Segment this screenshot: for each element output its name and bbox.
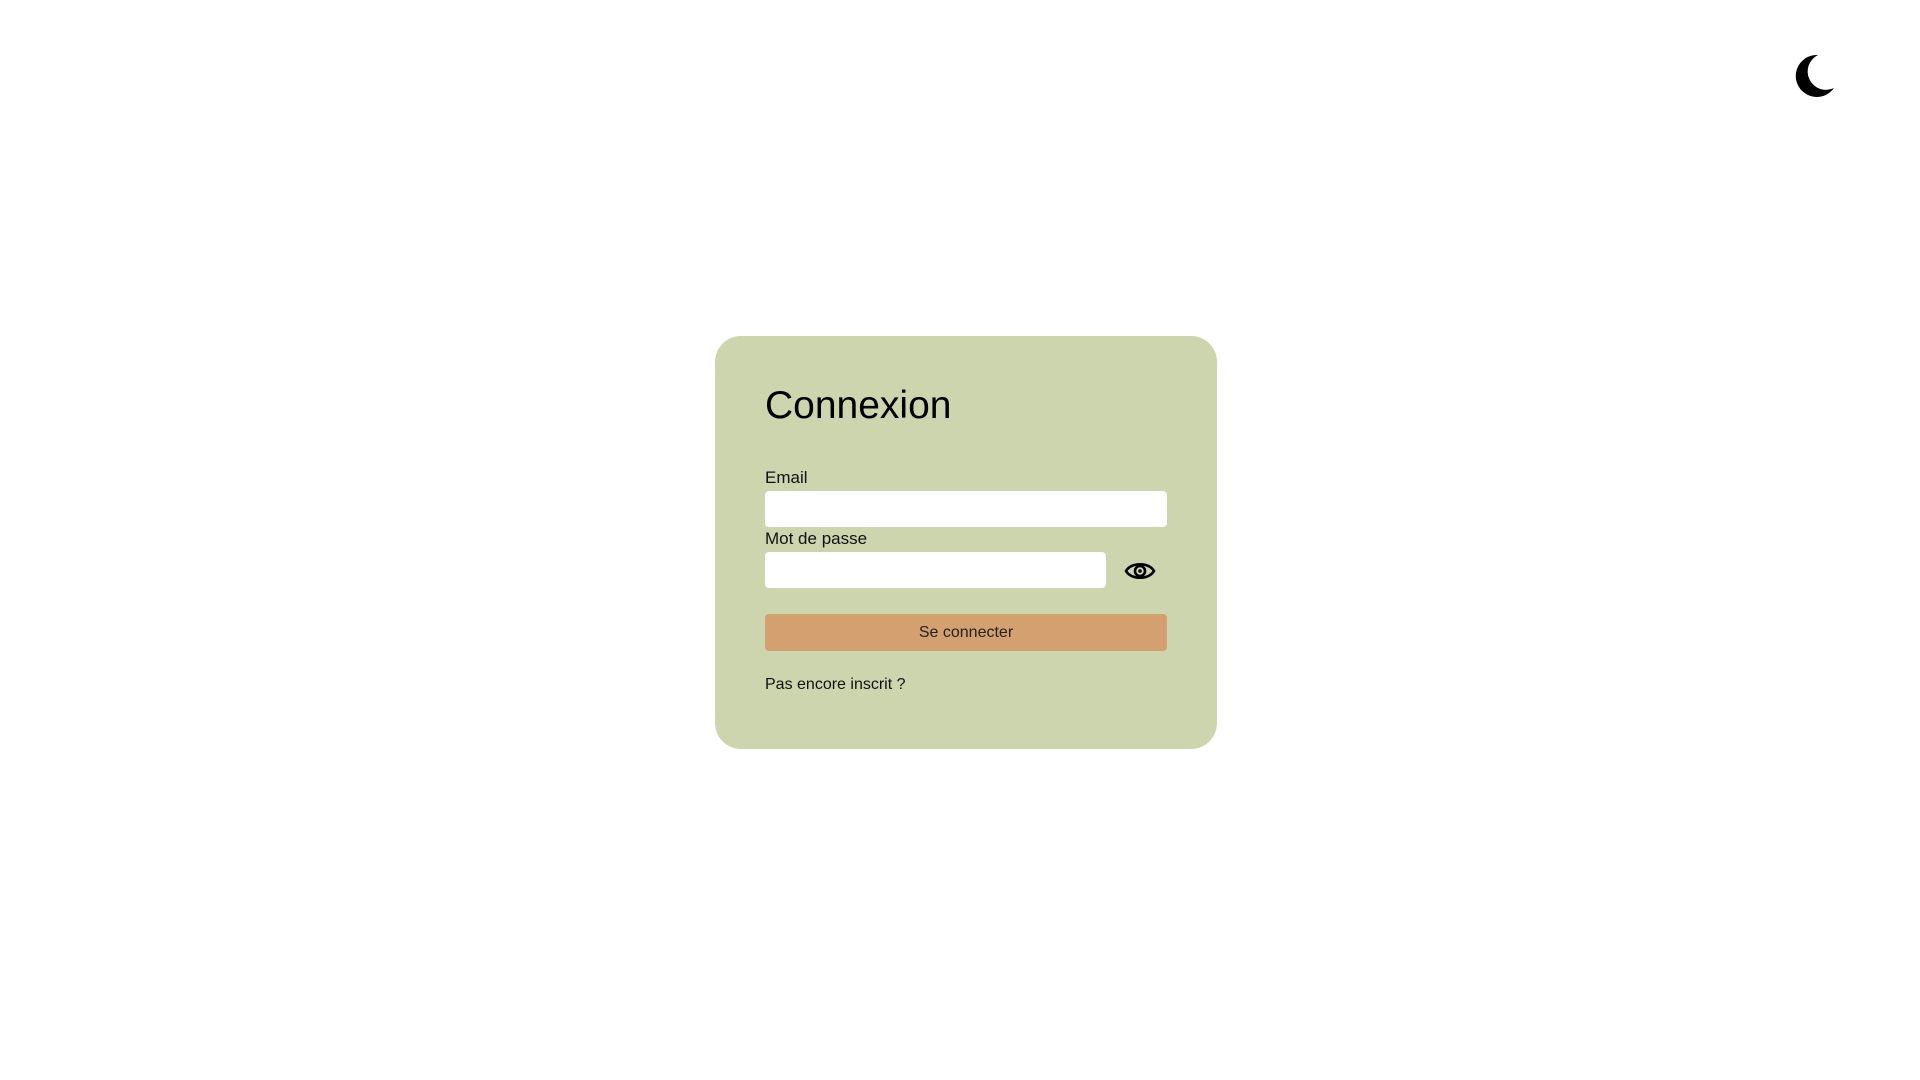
toggle-password-visibility-button[interactable] xyxy=(1123,554,1157,588)
email-label: Email xyxy=(765,468,808,487)
page-title: Connexion xyxy=(765,384,952,427)
moon-icon xyxy=(1788,48,1840,100)
password-field[interactable] xyxy=(765,552,1106,588)
login-button[interactable]: Se connecter xyxy=(765,614,1167,651)
email-field[interactable] xyxy=(765,491,1167,527)
page: Connexion Email Mot de passe Se connecte… xyxy=(0,0,1920,1080)
password-label: Mot de passe xyxy=(765,529,868,548)
theme-toggle-button[interactable] xyxy=(1788,48,1840,100)
eye-icon xyxy=(1123,554,1157,588)
login-card: Connexion Email Mot de passe Se connecte… xyxy=(715,336,1217,749)
signup-link[interactable]: Pas encore inscrit ? xyxy=(765,677,906,693)
